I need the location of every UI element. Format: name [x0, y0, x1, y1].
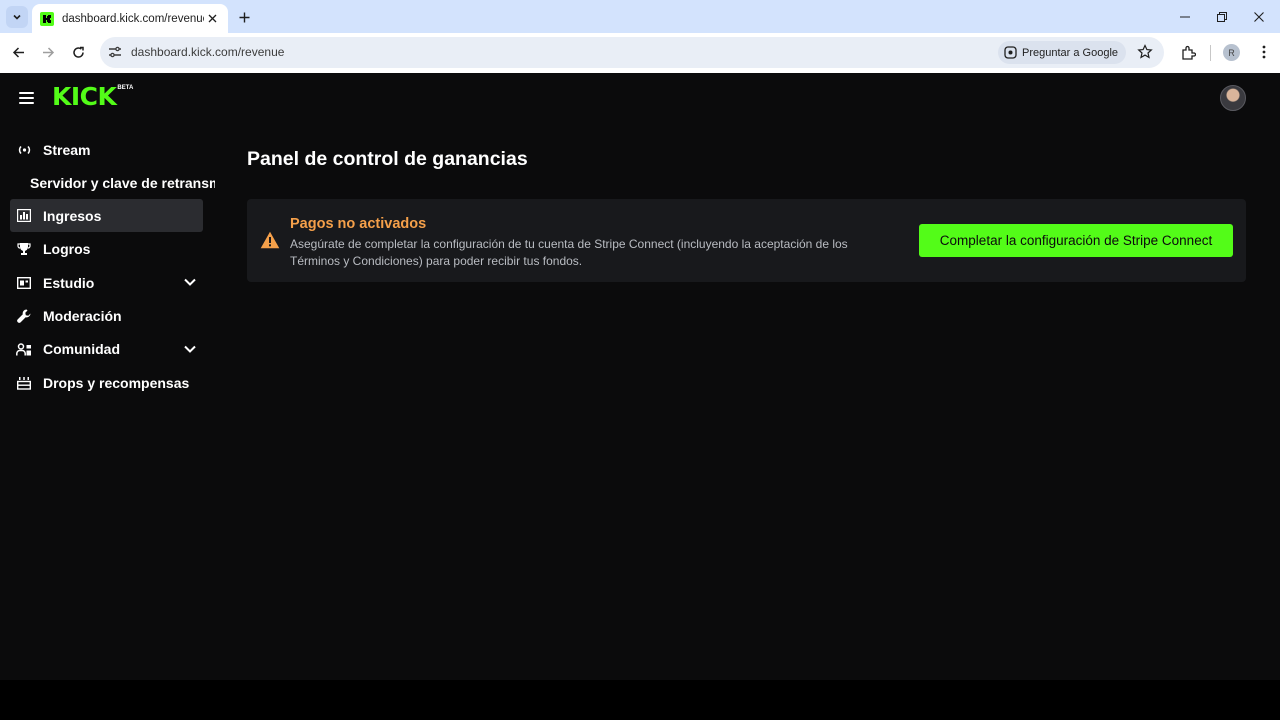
bottom-bar: [0, 680, 1280, 720]
kick-favicon-icon: [40, 11, 54, 26]
back-icon[interactable]: [7, 41, 29, 63]
gift-icon: [16, 375, 32, 391]
tab-title: dashboard.kick.com/revenue: [62, 12, 204, 25]
chevron-down-icon[interactable]: [183, 275, 197, 289]
address-bar[interactable]: dashboard.kick.com/revenue Preguntar a G…: [100, 37, 1164, 68]
ask-google-label: Preguntar a Google: [1022, 46, 1119, 59]
sidebar-item-logros[interactable]: Logros: [10, 233, 203, 266]
dashboard-page: KICK BETA Stream Servidor y clave de ret…: [0, 73, 1280, 680]
community-icon: [16, 341, 32, 357]
reload-icon[interactable]: [67, 41, 89, 63]
sidebar-item-comunidad[interactable]: Comunidad: [10, 333, 203, 366]
sidebar: Stream Servidor y clave de retransm Ingr…: [0, 133, 215, 400]
ask-google-button[interactable]: Preguntar a Google: [998, 41, 1127, 64]
new-tab-icon[interactable]: [234, 7, 254, 27]
minimize-icon[interactable]: [1166, 0, 1204, 33]
sidebar-item-label: Estudio: [43, 274, 95, 291]
lens-icon: [1004, 46, 1017, 59]
sidebar-item-drops[interactable]: Drops y recompensas: [10, 366, 203, 399]
sidebar-item-moderacion[interactable]: Moderación: [10, 300, 203, 333]
beta-badge: BETA: [117, 85, 134, 91]
sidebar-item-label: Drops y recompensas: [43, 374, 190, 391]
extensions-icon[interactable]: [1178, 42, 1198, 62]
tab-search-button[interactable]: [6, 6, 28, 28]
user-avatar[interactable]: [1220, 85, 1246, 111]
sidebar-item-label: Stream: [43, 141, 91, 158]
sidebar-item-label: Comunidad: [43, 341, 120, 358]
browser-tab-bar: dashboard.kick.com/revenue: [0, 0, 1280, 33]
sidebar-item-label: Moderación: [43, 308, 122, 325]
site-settings-icon[interactable]: [108, 45, 122, 59]
kick-logo[interactable]: KICK BETA: [52, 84, 133, 110]
wrench-icon: [16, 308, 32, 324]
trophy-icon: [16, 241, 32, 257]
warning-icon: [260, 231, 280, 249]
bookmark-star-icon[interactable]: [1137, 44, 1153, 60]
sidebar-item-label: Logros: [43, 241, 91, 258]
payouts-alert: Pagos no activados Asegúrate de completa…: [247, 199, 1246, 282]
chart-icon: [16, 208, 32, 224]
sidebar-item-estudio[interactable]: Estudio: [10, 266, 203, 299]
toolbar-divider: [1210, 45, 1211, 61]
profile-avatar[interactable]: R: [1223, 44, 1240, 61]
browser-tab[interactable]: dashboard.kick.com/revenue: [32, 4, 228, 33]
close-window-icon[interactable]: [1240, 0, 1278, 33]
browser-toolbar: dashboard.kick.com/revenue Preguntar a G…: [0, 33, 1280, 73]
sidebar-item-ingresos[interactable]: Ingresos: [10, 199, 203, 233]
tab-close-icon[interactable]: [204, 11, 220, 27]
restore-icon[interactable]: [1203, 0, 1241, 33]
complete-stripe-setup-button[interactable]: Completar la configuración de Stripe Con…: [919, 224, 1233, 257]
alert-title: Pagos no activados: [290, 216, 427, 232]
hamburger-menu-icon[interactable]: [19, 92, 34, 104]
url-text[interactable]: dashboard.kick.com/revenue: [131, 45, 284, 59]
logo-text: KICK: [52, 82, 117, 111]
menu-kebab-icon[interactable]: [1254, 42, 1274, 62]
studio-icon: [16, 275, 32, 291]
alert-message: Asegúrate de completar la configuración …: [290, 237, 848, 268]
chevron-down-icon[interactable]: [183, 342, 197, 356]
sidebar-item-stream[interactable]: Stream: [10, 133, 203, 166]
page-title: Panel de control de ganancias: [247, 148, 528, 170]
sidebar-item-label: Ingresos: [43, 207, 102, 224]
sidebar-item-stream-key[interactable]: Servidor y clave de retransm: [30, 166, 215, 199]
chevron-down-icon: [13, 14, 21, 20]
sidebar-subitem-label: Servidor y clave de retransm: [30, 174, 215, 191]
broadcast-icon: [16, 142, 32, 158]
forward-icon[interactable]: [37, 41, 59, 63]
